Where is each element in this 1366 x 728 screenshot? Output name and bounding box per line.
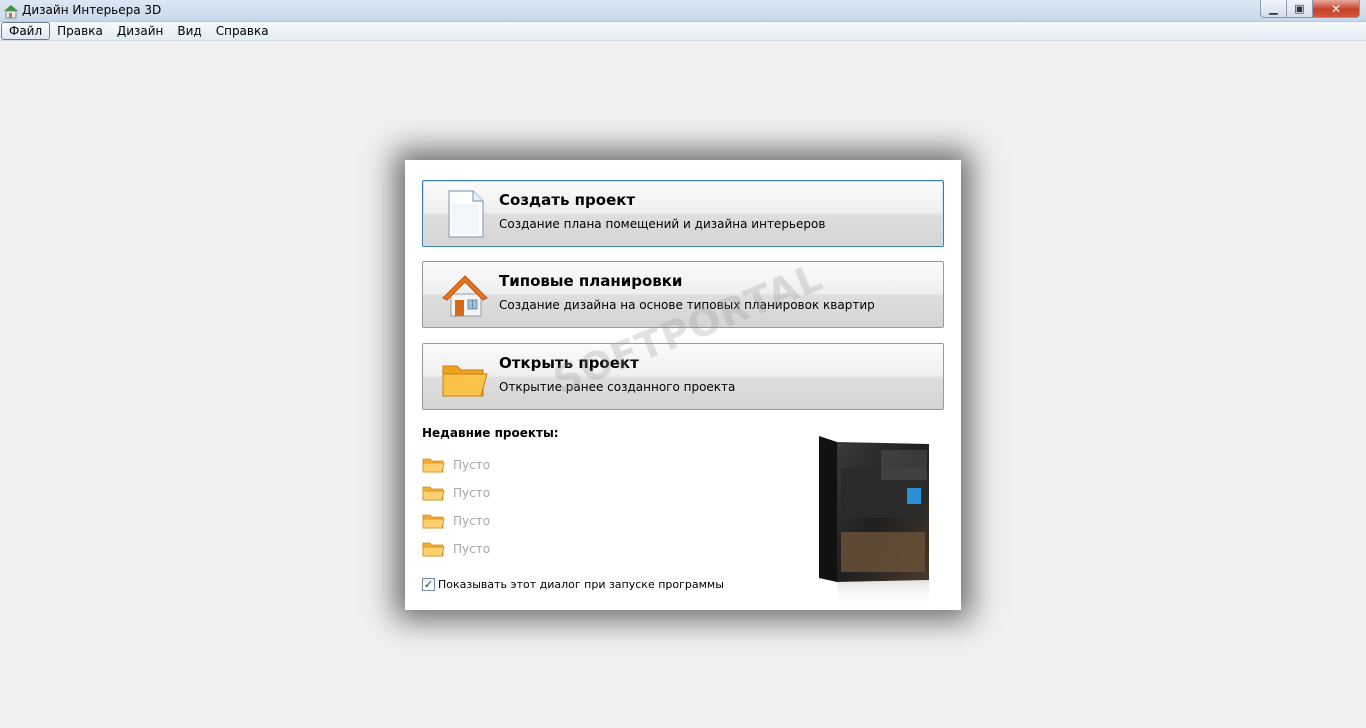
- window-controls: ▁ ▣ ✕: [1260, 0, 1360, 19]
- open-project-desc: Открытие ранее созданного проекта: [499, 380, 736, 394]
- recent-project-item[interactable]: Пусто: [422, 512, 490, 530]
- recent-project-label: Пусто: [453, 542, 491, 556]
- template-layouts-button[interactable]: Типовые планировки Создание дизайна на о…: [422, 261, 944, 328]
- minimize-button[interactable]: ▁: [1260, 0, 1287, 18]
- template-layouts-title: Типовые планировки: [499, 272, 683, 290]
- folder-icon: [422, 514, 445, 529]
- window-title: Дизайн Интерьера 3D: [22, 3, 162, 17]
- recent-project-item[interactable]: Пусто: [422, 456, 490, 474]
- app-house-icon: [4, 5, 18, 19]
- menu-design[interactable]: Дизайн: [110, 22, 171, 40]
- minimize-icon: ▁: [1269, 2, 1278, 15]
- new-document-icon: [448, 190, 484, 238]
- recent-project-label: Пусто: [453, 514, 491, 528]
- restore-icon: ▣: [1294, 2, 1305, 15]
- open-project-title: Открыть проект: [499, 354, 639, 372]
- folder-icon: [422, 486, 445, 501]
- create-project-title: Создать проект: [499, 191, 636, 209]
- menu-bar: Файл Правка Дизайн Вид Справка: [0, 22, 1366, 41]
- recent-project-item[interactable]: Пусто: [422, 484, 490, 502]
- recent-project-label: Пусто: [453, 458, 491, 472]
- show-on-startup-label: Показывать этот диалог при запуске прогр…: [438, 578, 724, 591]
- recent-project-item[interactable]: Пусто: [422, 540, 490, 558]
- template-layouts-desc: Создание дизайна на основе типовых плани…: [499, 298, 875, 312]
- open-project-button[interactable]: Открыть проект Открытие ранее созданного…: [422, 343, 944, 410]
- restore-button[interactable]: ▣: [1287, 0, 1313, 18]
- create-project-button[interactable]: Создать проект Создание плана помещений …: [422, 180, 944, 247]
- folder-icon: [422, 458, 445, 473]
- show-on-startup-checkbox[interactable]: ✓: [422, 578, 435, 591]
- open-folder-icon: [442, 365, 488, 397]
- menu-edit[interactable]: Правка: [50, 22, 110, 40]
- checkmark-icon: ✓: [423, 578, 434, 591]
- menu-help[interactable]: Справка: [209, 22, 276, 40]
- show-on-startup: ✓ Показывать этот диалог при запуске про…: [422, 578, 724, 591]
- recent-projects-heading: Недавние проекты:: [422, 426, 559, 440]
- close-icon: ✕: [1330, 1, 1342, 16]
- title-bar: Дизайн Интерьера 3D ▁ ▣ ✕: [0, 0, 1366, 22]
- recent-project-label: Пусто: [453, 486, 491, 500]
- start-dialog: Создать проект Создание плана помещений …: [405, 160, 961, 610]
- close-button[interactable]: ✕: [1313, 0, 1360, 18]
- house-icon: [442, 275, 488, 317]
- folder-icon: [422, 542, 445, 557]
- menu-view[interactable]: Вид: [170, 22, 208, 40]
- create-project-desc: Создание плана помещений и дизайна интер…: [499, 217, 826, 231]
- menu-file[interactable]: Файл: [1, 22, 51, 40]
- product-box-image: [819, 436, 929, 606]
